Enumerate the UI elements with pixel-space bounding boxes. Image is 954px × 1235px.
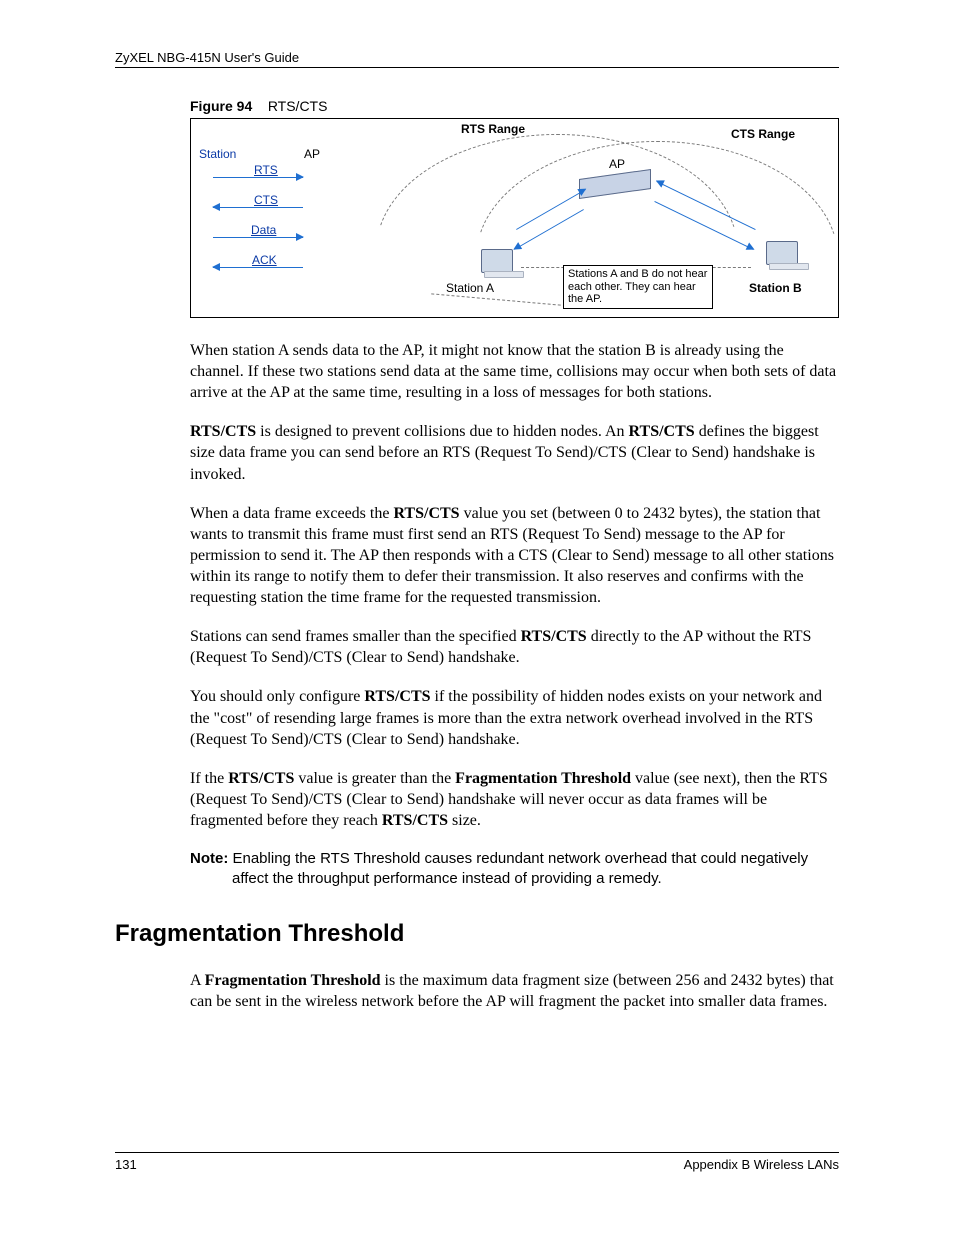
hidden-node-note: Stations A and B do not hear each other.…: [563, 265, 713, 309]
arrow-rts: [213, 177, 303, 178]
label-ap-left: AP: [304, 147, 320, 161]
figure-caption: Figure 94 RTS/CTS: [190, 98, 839, 114]
page-header: ZyXEL NBG-415N User's Guide: [115, 50, 839, 68]
label-cts: CTS: [254, 193, 278, 207]
p6-b1: RTS/CTS: [228, 770, 294, 787]
paragraph-4: Stations can send frames smaller than th…: [190, 626, 839, 668]
label-station: Station: [199, 147, 236, 161]
paragraph-1: When station A sends data to the AP, it …: [190, 340, 839, 403]
figure-diagram: Station AP RTS CTS Data ACK RTS Range CT…: [190, 118, 839, 318]
arrow-cts: [213, 207, 303, 208]
label-rts: RTS: [254, 163, 278, 177]
paragraph-5: You should only configure RTS/CTS if the…: [190, 686, 839, 749]
p3-t1: When a data frame exceeds the: [190, 505, 393, 522]
label-ack: ACK: [252, 253, 277, 267]
p6-t1: If the: [190, 770, 228, 787]
p4-t1: Stations can send frames smaller than th…: [190, 628, 521, 645]
note-label: Note:: [190, 850, 228, 867]
p6-b2: Fragmentation Threshold: [455, 770, 631, 787]
figure-number: Figure 94: [190, 98, 252, 114]
p7-bold: Fragmentation Threshold: [205, 972, 381, 989]
paragraph-6: If the RTS/CTS value is greater than the…: [190, 768, 839, 831]
arrow-ack: [213, 267, 303, 268]
note-paragraph: Note: Enabling the RTS Threshold causes …: [190, 849, 839, 890]
p6-b3: RTS/CTS: [382, 812, 448, 829]
section-heading: Fragmentation Threshold: [115, 920, 839, 948]
header-title: ZyXEL NBG-415N User's Guide: [115, 50, 299, 65]
paragraph-3: When a data frame exceeds the RTS/CTS va…: [190, 503, 839, 609]
p6-t4: size.: [448, 812, 481, 829]
label-station-b: Station B: [749, 281, 802, 295]
p3-bold: RTS/CTS: [393, 505, 459, 522]
footer-section: Appendix B Wireless LANs: [684, 1157, 839, 1172]
p2-t1: is designed to prevent collisions due to…: [256, 423, 628, 440]
label-ap-center: AP: [609, 157, 625, 171]
note-body: Enabling the RTS Threshold causes redund…: [228, 850, 808, 887]
station-a-icon: [481, 249, 513, 273]
page-footer: 131 Appendix B Wireless LANs: [115, 1152, 839, 1172]
page-number: 131: [115, 1157, 137, 1172]
paragraph-7: A Fragmentation Threshold is the maximum…: [190, 970, 839, 1012]
p5-bold: RTS/CTS: [364, 688, 430, 705]
p2-bold2: RTS/CTS: [629, 423, 695, 440]
p1-text: When station A sends data to the AP, it …: [190, 342, 836, 401]
label-data: Data: [251, 223, 276, 237]
p2-bold1: RTS/CTS: [190, 423, 256, 440]
p5-t1: You should only configure: [190, 688, 364, 705]
station-b-icon: [766, 241, 798, 265]
p6-t2: value is greater than the: [294, 770, 455, 787]
p7-t1: A: [190, 972, 205, 989]
arrow-data: [213, 237, 303, 238]
label-rts-range: RTS Range: [461, 122, 525, 136]
label-cts-range: CTS Range: [731, 127, 795, 141]
paragraph-2: RTS/CTS is designed to prevent collision…: [190, 421, 839, 484]
p4-bold: RTS/CTS: [521, 628, 587, 645]
figure-title: RTS/CTS: [268, 98, 328, 114]
label-station-a: Station A: [446, 281, 494, 295]
dash-bottom-left: [431, 293, 561, 305]
